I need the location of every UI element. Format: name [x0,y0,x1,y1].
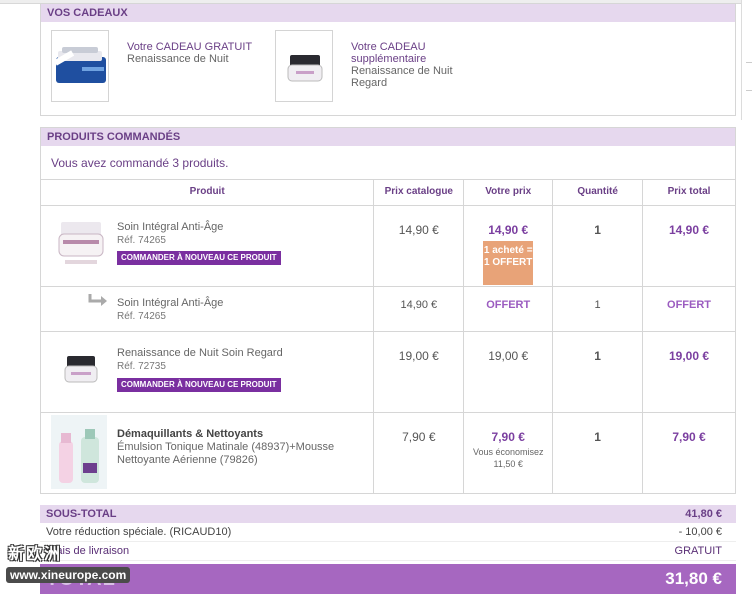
table-row: Soin Intégral Anti-Âge Réf. 74265 COMMAN… [39,205,736,287]
product-image[interactable] [55,342,107,400]
col-header-quantity: Quantité [552,179,644,206]
discount-label: Votre réduction spéciale. (RICAUD10) [46,526,232,538]
rail-tick [746,62,752,63]
quantity: 1 [594,299,601,311]
savings-value: 11,50 € [493,459,523,469]
total-value: 31,80 € [665,569,722,588]
promo-badge: 1 acheté = 1 OFFERT [483,241,534,285]
table-header-row: Produit Prix catalogue Votre prix Quanti… [39,179,736,206]
catalog-price: 14,90 € [398,223,439,237]
gifts-panel: VOS CADEAUX Votre CADEAU GRATUIT Renaiss… [40,3,736,116]
total-price: OFFERT [667,299,712,311]
quantity: 1 [594,349,601,363]
table-row: Renaissance de Nuit Soin Regard Réf. 727… [39,331,736,413]
col-header-product: Produit [39,179,375,206]
product-name: Démaquillants & Nettoyants [117,428,264,440]
total-price: 7,90 € [672,430,706,444]
sub-item-arrow-icon [88,294,107,306]
gift-1-title: Votre CADEAU GRATUIT [127,41,253,53]
quantity: 1 [594,430,601,444]
savings-label: Vous économisez [472,447,544,457]
products-panel-header: PRODUITS COMMANDÉS [41,128,735,146]
total-price: 19,00 € [669,349,710,363]
catalog-price: 7,90 € [402,430,436,444]
your-price: 7,90 € [491,430,525,444]
your-price: 19,00 € [488,349,529,363]
subtotal-label: SOUS-TOTAL [46,508,117,520]
total-price: 14,90 € [669,223,710,237]
product-image[interactable] [51,415,107,489]
order-summary-text: Vous avez commandé 3 produits. [51,156,229,170]
reorder-button[interactable]: COMMANDER À NOUVEAU CE PRODUIT [117,251,281,265]
col-header-your-price: Votre prix [463,179,554,206]
catalog-price: 14,90 € [400,299,438,311]
gifts-panel-header: VOS CADEAUX [41,4,735,22]
subtotal-row: SOUS-TOTAL 41,80 € [40,505,736,523]
watermark-logo: 新欧洲 [8,546,63,563]
table-row: Démaquillants & Nettoyants Émulsion Toni… [39,412,736,494]
watermark-url: www.xineurope.com [6,567,131,583]
gift-1-subtitle: Renaissance de Nuit [127,53,229,65]
rail-tick [746,90,752,91]
shipping-value: GRATUIT [674,545,722,557]
product-name: Soin Intégral Anti-Âge [117,297,224,309]
product-ref: Réf. 74265 [117,311,166,322]
table-row: Soin Intégral Anti-Âge Réf. 74265 14,90 … [39,286,736,332]
product-name: Renaissance de Nuit Soin Regard [117,347,283,359]
col-header-total-price: Prix total [642,179,736,206]
product-ref: Réf. 74265 [117,235,166,246]
site-watermark: 新欧洲 www.xineurope.com [6,540,152,584]
gift-2-subtitle: Renaissance de Nuit Regard [351,65,453,89]
catalog-price: 19,00 € [398,349,439,363]
col-header-catalog-price: Prix catalogue [373,179,465,206]
subtotal-value: 41,80 € [685,508,722,520]
products-panel: PRODUITS COMMANDÉS Vous avez commandé 3 … [39,127,736,494]
gift-image-1[interactable] [51,30,109,102]
product-ref: Réf. 72735 [117,361,166,372]
gift-2-title: Votre CADEAU supplémentaire [351,41,427,65]
right-rail [741,0,752,120]
your-price: 14,90 € [488,223,529,237]
gift-image-2[interactable] [275,30,333,102]
product-name: Soin Intégral Anti-Âge [117,221,224,233]
quantity: 1 [594,223,601,237]
reorder-button[interactable]: COMMANDER À NOUVEAU CE PRODUIT [117,378,281,392]
products-table: Produit Prix catalogue Votre prix Quanti… [39,179,736,494]
product-image[interactable] [55,214,107,272]
discount-value: - 10,00 € [678,526,722,538]
your-price: OFFERT [486,299,531,311]
product-description: Émulsion Tonique Matinale (48937)+Mousse… [117,441,335,466]
